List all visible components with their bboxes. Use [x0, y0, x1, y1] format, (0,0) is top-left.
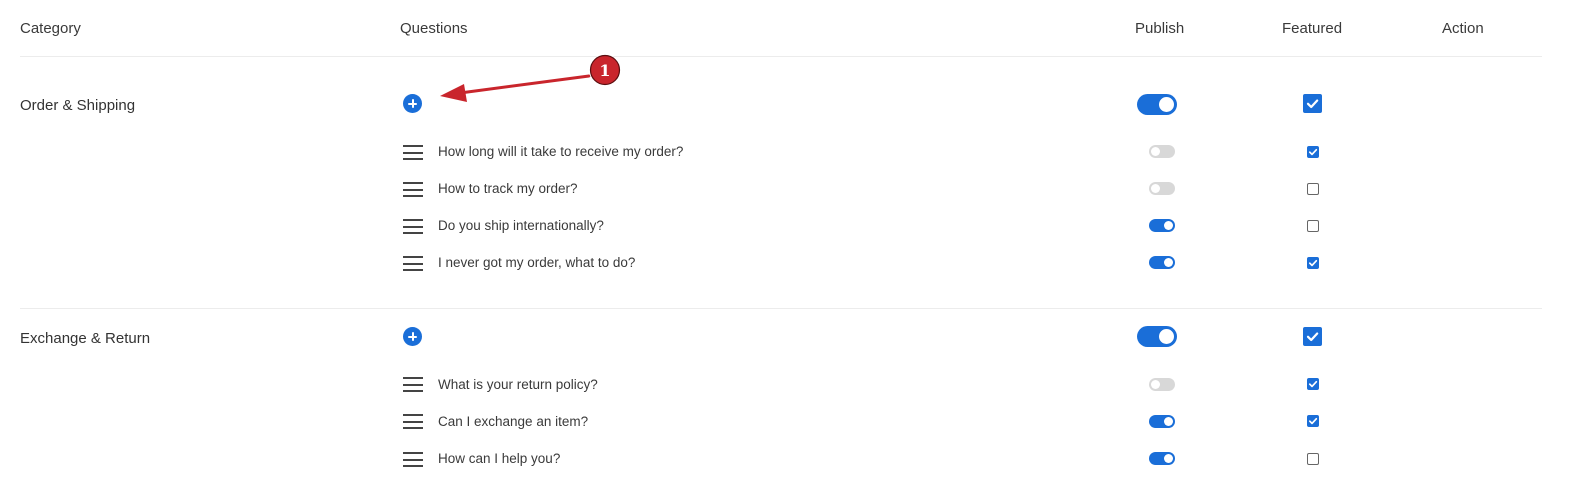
question-text: Do you ship internationally? — [438, 218, 604, 233]
annotation-arrow — [440, 74, 591, 102]
column-header-publish: Publish — [1135, 20, 1185, 37]
annotation-marker: 1 — [589, 54, 621, 86]
annotation-callout: 1 — [440, 54, 621, 102]
add-question-plus-icon[interactable] — [403, 327, 422, 346]
annotation-number: 1 — [599, 61, 610, 80]
question-featured-checkbox[interactable] — [1307, 183, 1319, 195]
checkmark-icon — [1308, 380, 1318, 388]
question-featured-checkbox[interactable] — [1307, 146, 1319, 158]
column-header-questions: Questions — [400, 20, 468, 37]
checkmark-icon — [1308, 148, 1318, 156]
checkmark-icon — [1306, 99, 1319, 109]
question-publish-toggle[interactable] — [1149, 182, 1175, 195]
category-divider — [20, 308, 1542, 309]
column-header-action: Action — [1442, 20, 1484, 37]
question-publish-toggle[interactable] — [1149, 219, 1175, 232]
checkmark-icon — [1308, 417, 1318, 425]
checkmark-icon — [1306, 332, 1319, 342]
drag-handle-icon[interactable] — [403, 256, 423, 271]
header-divider — [20, 56, 1542, 57]
checkmark-icon — [1308, 259, 1318, 267]
question-featured-checkbox[interactable] — [1307, 415, 1319, 427]
question-featured-checkbox[interactable] — [1307, 453, 1319, 465]
category-name: Exchange & Return — [20, 330, 151, 347]
category-name: Order & Shipping — [20, 97, 136, 114]
question-featured-checkbox[interactable] — [1307, 378, 1319, 390]
category-featured-checkbox[interactable] — [1303, 94, 1322, 113]
question-text: How can I help you? — [438, 451, 561, 466]
category-publish-toggle[interactable] — [1137, 326, 1177, 347]
question-text: What is your return policy? — [438, 377, 598, 392]
drag-handle-icon[interactable] — [403, 452, 423, 467]
question-publish-toggle[interactable] — [1149, 415, 1175, 428]
question-text: I never got my order, what to do? — [438, 255, 636, 270]
column-header-category: Category — [20, 20, 81, 37]
add-question-plus-icon[interactable] — [403, 94, 422, 113]
category-featured-checkbox[interactable] — [1303, 327, 1322, 346]
category-publish-toggle[interactable] — [1137, 94, 1177, 115]
question-publish-toggle[interactable] — [1149, 145, 1175, 158]
drag-handle-icon[interactable] — [403, 377, 423, 392]
drag-handle-icon[interactable] — [403, 182, 423, 197]
question-publish-toggle[interactable] — [1149, 378, 1175, 391]
column-header-featured: Featured — [1282, 20, 1343, 37]
question-featured-checkbox[interactable] — [1307, 257, 1319, 269]
question-text: How to track my order? — [438, 181, 578, 196]
question-publish-toggle[interactable] — [1149, 256, 1175, 269]
drag-handle-icon[interactable] — [403, 145, 423, 160]
drag-handle-icon[interactable] — [403, 414, 423, 429]
drag-handle-icon[interactable] — [403, 219, 423, 234]
question-publish-toggle[interactable] — [1149, 452, 1175, 465]
question-text: Can I exchange an item? — [438, 414, 589, 429]
question-featured-checkbox[interactable] — [1307, 220, 1319, 232]
question-text: How long will it take to receive my orde… — [438, 144, 684, 159]
